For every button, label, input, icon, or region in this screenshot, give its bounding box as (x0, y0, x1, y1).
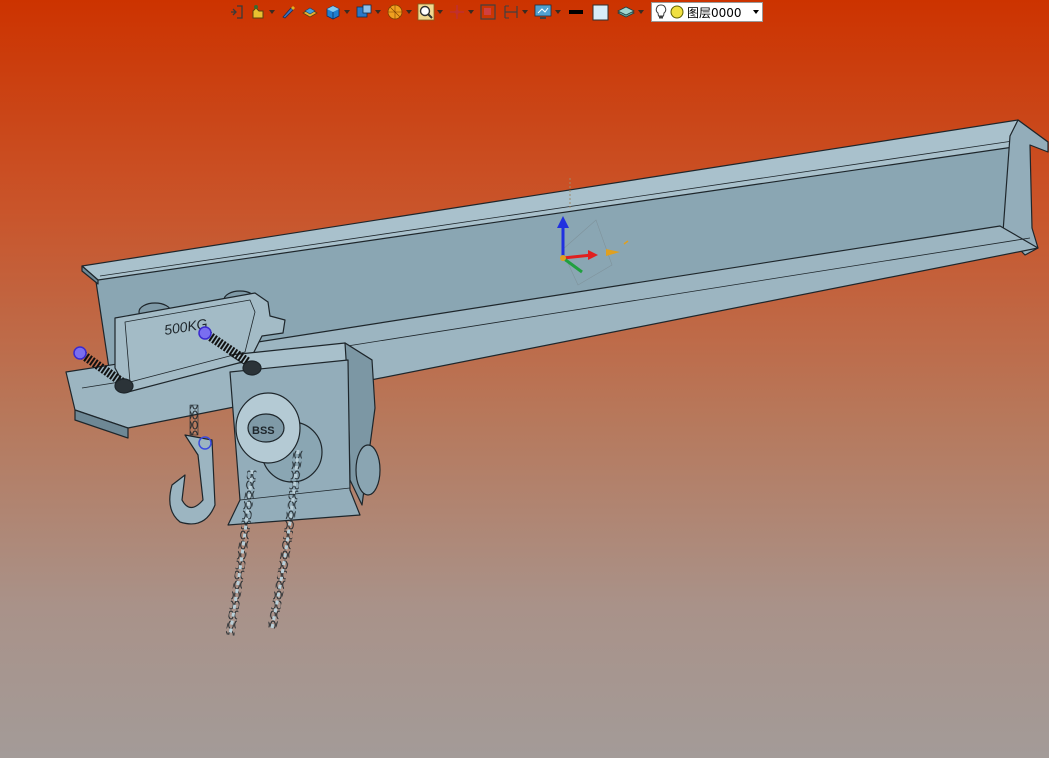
i-beam[interactable] (65, 119, 1049, 439)
measure-button[interactable] (500, 1, 530, 23)
layer-status-icon (670, 5, 684, 19)
layer-button[interactable] (614, 1, 646, 23)
layer-name: 图层0000 (687, 5, 742, 20)
render-style-button[interactable] (384, 1, 414, 23)
pan-button[interactable] (446, 1, 476, 23)
display-button[interactable] (531, 1, 563, 23)
chevron-down-icon (269, 10, 275, 14)
ruler-icon (504, 5, 518, 19)
sphere-icon (387, 4, 403, 20)
hook[interactable] (169, 404, 216, 525)
layers-icon (617, 6, 635, 18)
chevron-down-icon (638, 10, 644, 14)
hoist-hub-label: BSS (252, 425, 275, 437)
chevron-down-icon (555, 10, 561, 14)
fit-view-icon (480, 4, 496, 20)
chevron-down-icon (522, 10, 528, 14)
chevron-down-icon (437, 10, 443, 14)
plane-button[interactable] (299, 1, 321, 23)
cube-icon (326, 5, 340, 20)
line-color-button[interactable] (564, 1, 588, 23)
layer-dropdown[interactable]: 图层0000 (651, 2, 763, 22)
fill-color-icon (592, 4, 609, 21)
chevron-down-icon (406, 10, 412, 14)
3d-viewport[interactable]: 500KG BSS (0, 0, 1049, 758)
chevron-down-icon (344, 10, 350, 14)
pen-icon (282, 6, 295, 19)
plane-icon (302, 7, 318, 18)
zoom-button[interactable] (415, 1, 445, 23)
view-cube-icon (356, 4, 372, 18)
fit-view-button[interactable] (477, 1, 499, 23)
lightbulb-icon (655, 4, 667, 19)
zoom-icon (417, 3, 435, 21)
chevron-down-icon (468, 10, 474, 14)
hand-tool-button[interactable] (247, 1, 277, 23)
move-icon (450, 5, 464, 19)
view-select-button[interactable] (226, 1, 246, 23)
view-toolbar: 图层0000 (226, 0, 763, 24)
monitor-icon (534, 4, 552, 19)
select-icon (231, 5, 243, 19)
fill-color-button[interactable] (589, 1, 613, 23)
hand-icon (252, 5, 264, 19)
chevron-down-icon (753, 10, 759, 14)
chevron-down-icon (375, 10, 381, 14)
pen-tool-button[interactable] (278, 1, 298, 23)
view-orientation-button[interactable] (353, 1, 383, 23)
solid-button[interactable] (322, 1, 352, 23)
line-color-icon (569, 10, 583, 14)
